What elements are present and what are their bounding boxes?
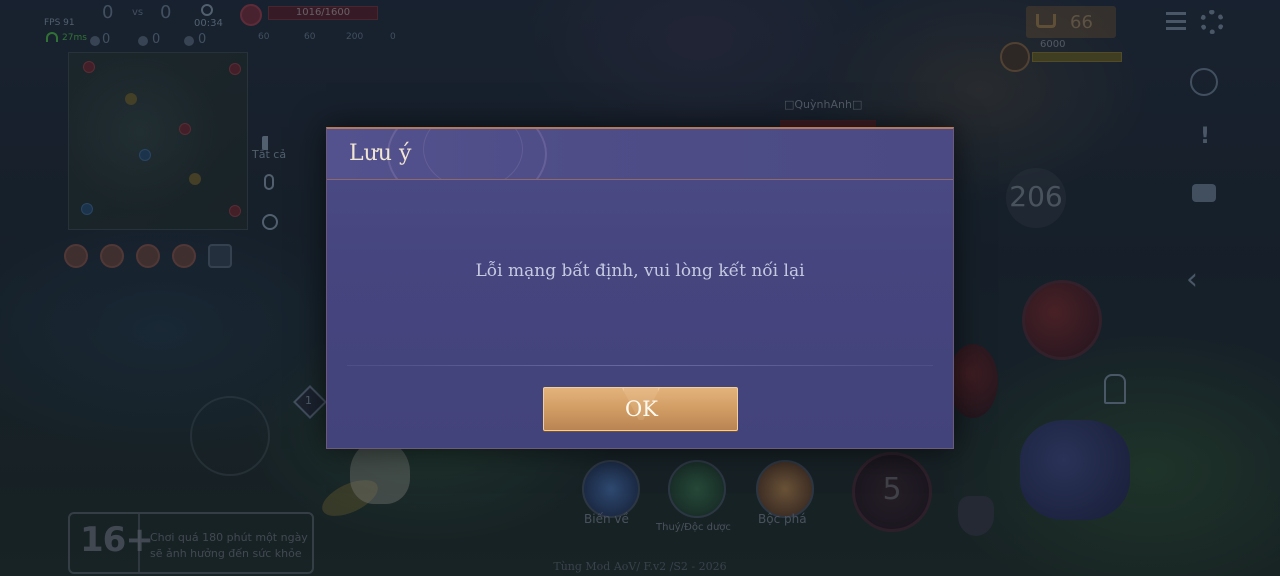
- dialog-message: Lỗi mạng bất định, vui lòng kết nối lại: [475, 261, 805, 281]
- ok-button-label: OK: [625, 397, 658, 421]
- network-error-dialog: Lưu ý Lỗi mạng bất định, vui lòng kết nố…: [326, 127, 954, 449]
- dialog-header: Lưu ý: [327, 129, 953, 180]
- dialog-title: Lưu ý: [349, 141, 412, 166]
- dialog-divider: [347, 365, 933, 366]
- ok-button[interactable]: OK: [543, 387, 738, 431]
- header-ornament: [423, 129, 523, 179]
